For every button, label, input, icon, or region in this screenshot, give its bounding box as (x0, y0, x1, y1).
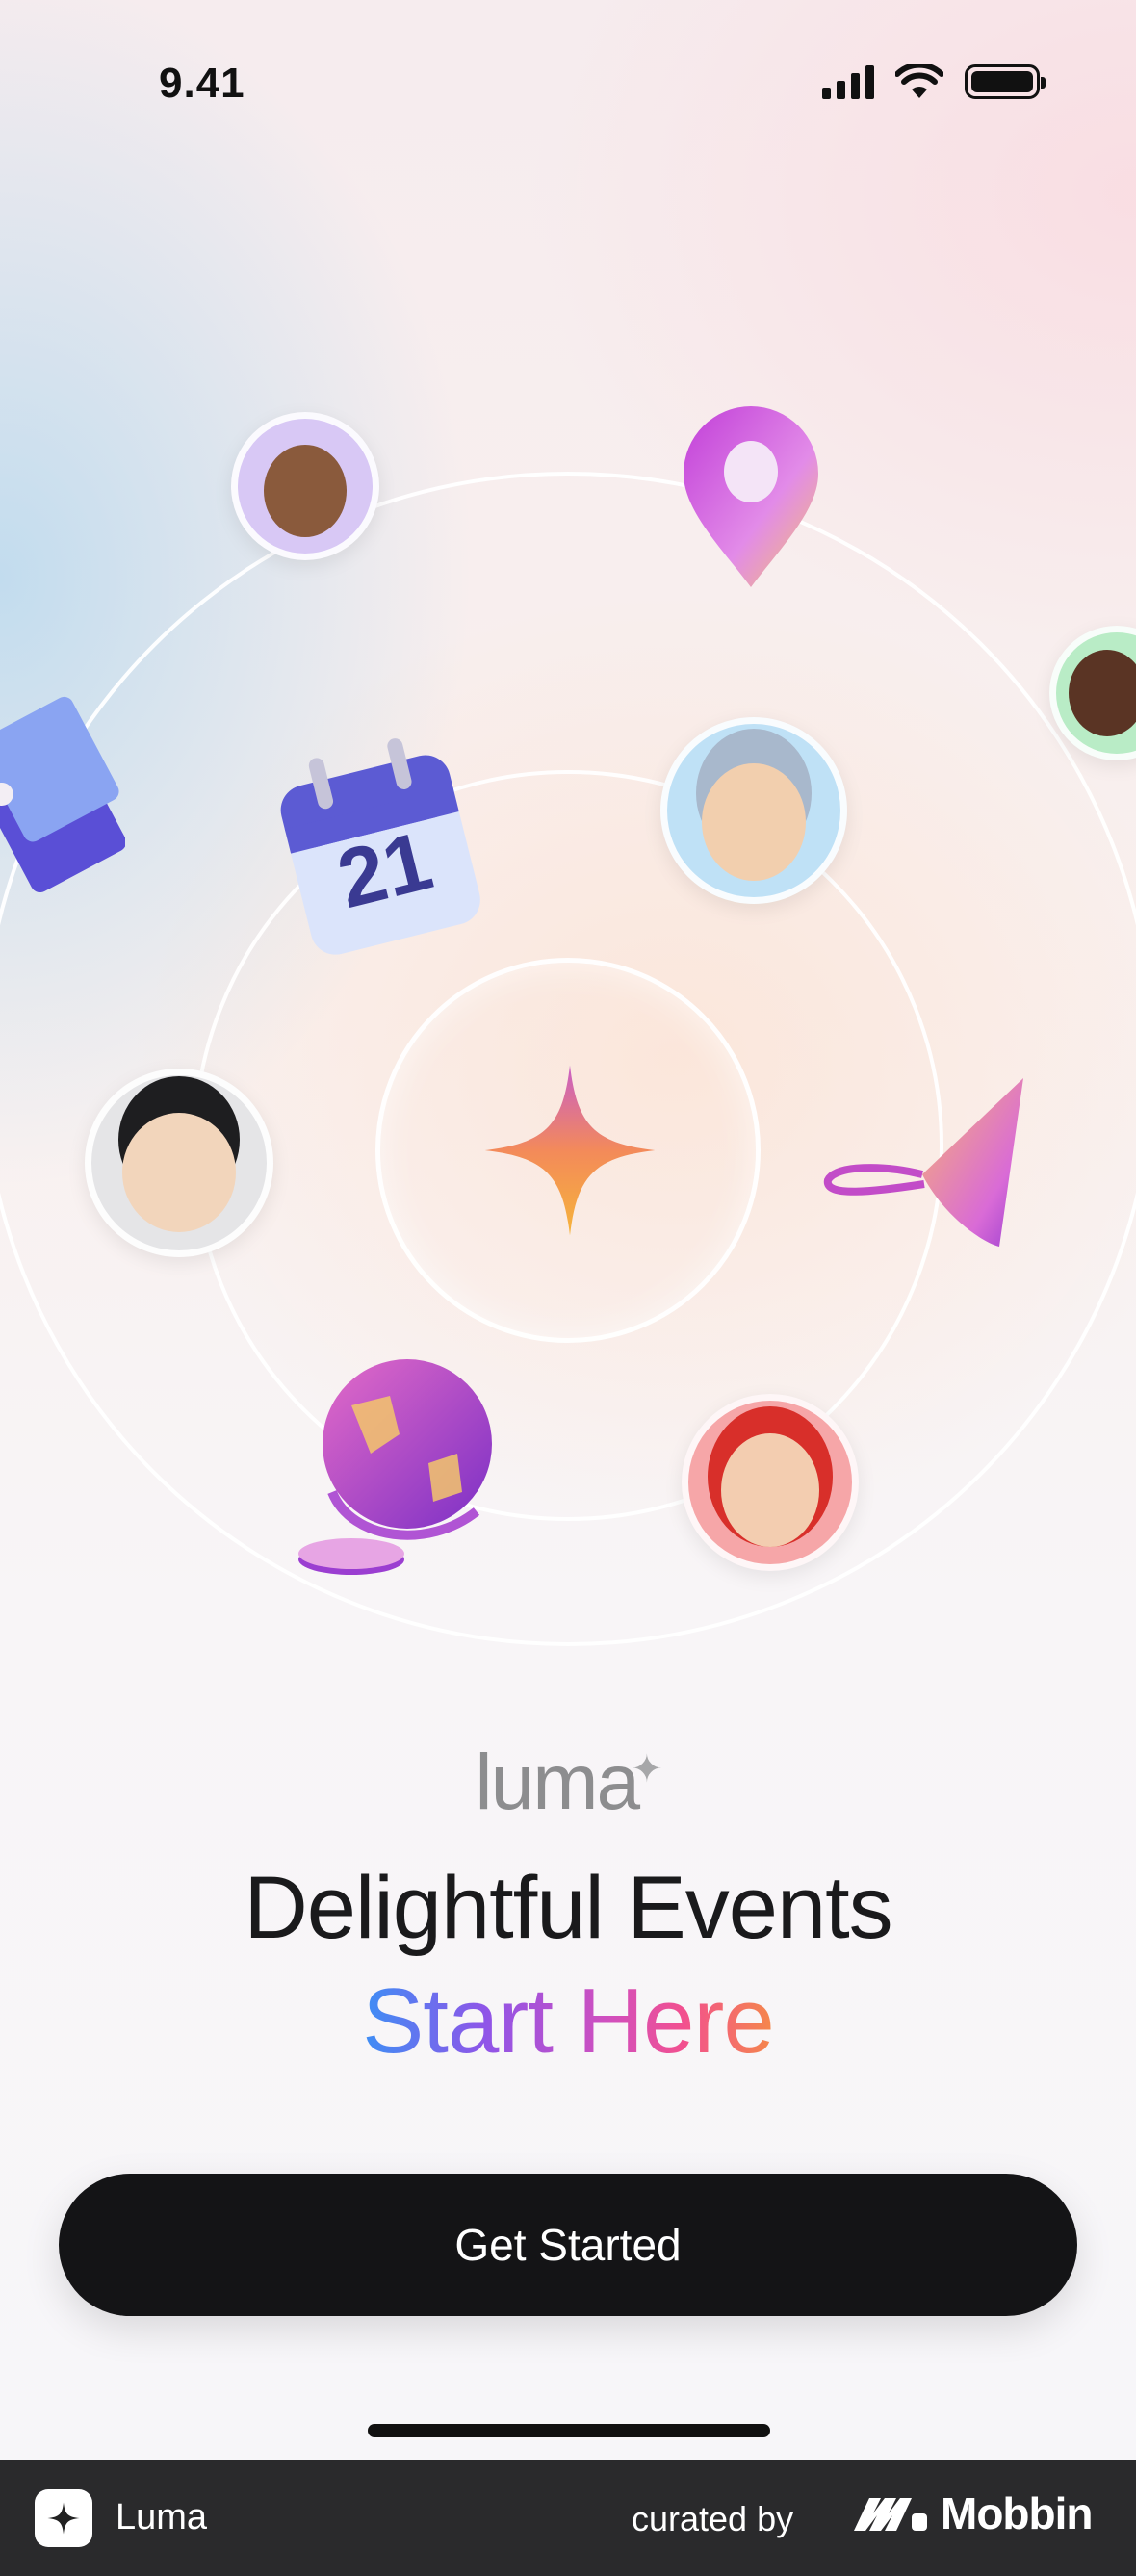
location-pin-icon (684, 406, 818, 587)
avatar (660, 717, 847, 904)
avatar (682, 1394, 859, 1571)
mobbin-logo: Mobbin (852, 2487, 1093, 2539)
avatar (231, 412, 379, 560)
party-hat-icon (823, 1078, 1023, 1247)
subheadline: Start Here (362, 1970, 774, 2073)
mobbin-brand: Mobbin (941, 2488, 1093, 2538)
battery-icon (965, 64, 1046, 99)
headline: Delightful Events (244, 1859, 892, 1957)
logo-sparkle-icon: ✦ (631, 1747, 662, 1790)
status-time: 9.41 (159, 60, 245, 107)
cellular-signal-icon (822, 64, 874, 99)
luma-logo: luma✦ (475, 1739, 662, 1826)
wifi-icon (895, 64, 943, 98)
ticket-icon (0, 696, 125, 893)
home-indicator[interactable] (368, 2424, 770, 2437)
mobbin-logo-icon (854, 2498, 927, 2531)
footer-app-name: Luma (116, 2497, 208, 2537)
luma-app-icon (35, 2489, 92, 2547)
curated-by-label: curated by (632, 2499, 794, 2538)
avatar (85, 1069, 273, 1257)
footer-bar: Luma curated by Mobbin (0, 2460, 1136, 2576)
globe-icon (298, 1359, 492, 1575)
get-started-button[interactable]: Get Started (59, 2174, 1077, 2316)
status-icons (822, 64, 1046, 100)
sparkle-icon (484, 1065, 656, 1236)
avatar (1049, 626, 1136, 760)
onboarding-screen: 9.41 21 luma✦ Delightful Events Start He… (0, 0, 1136, 2460)
